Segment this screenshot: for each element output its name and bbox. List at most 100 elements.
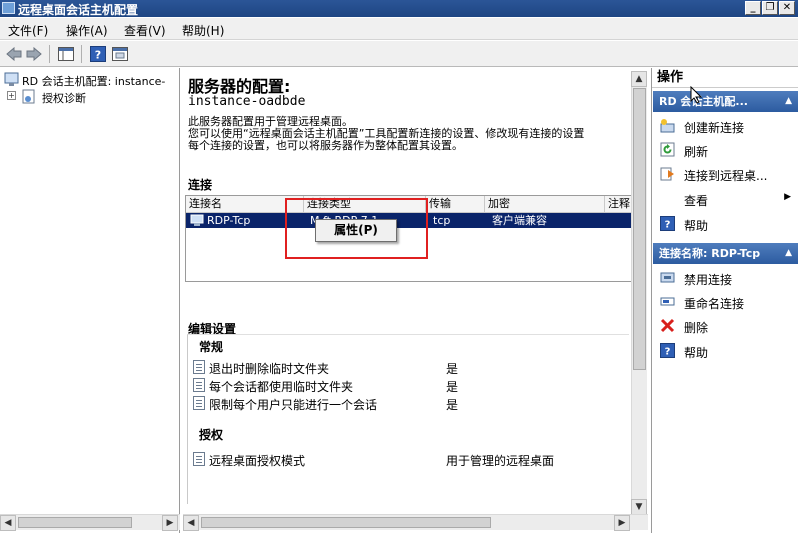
actions-section-connection[interactable]: 连接名称: RDP-Tcp ▲ [653,243,798,264]
collapse-icon[interactable]: ▲ [785,243,792,264]
action-label: 帮助 [684,346,709,360]
scroll-left-arrow[interactable]: ◀ [183,515,199,531]
minimize-button[interactable]: _ [745,1,761,15]
menu-bar: 文件(F) 操作(A) 查看(V) 帮助(H) [0,18,798,40]
setting-icon [193,360,205,374]
action-label: 创建新连接 [684,121,745,135]
window-title: 远程桌面会话主机配置 [18,3,139,17]
console-tree: RD 会话主机配置: instance- + 授权诊断 ◀ ▶ [0,68,180,533]
actions-section-label: 连接名称: RDP-Tcp [659,247,761,260]
setting-label: 限制每个用户只能进行一个会话 [209,398,378,412]
server-icon [4,72,19,86]
column-encryption[interactable]: 加密 [485,196,605,213]
properties-icon[interactable] [110,44,130,64]
menu-action[interactable]: 操作(A) [66,22,108,39]
setting-row[interactable]: 限制每个用户只能进行一个会话 是 [191,394,631,412]
scroll-up-arrow[interactable]: ▲ [631,71,647,87]
svg-text:?: ? [95,49,101,62]
setting-row[interactable]: 每个会话都使用临时文件夹 是 [191,376,631,394]
help-icon[interactable]: ? [88,44,108,64]
edit-settings: 编辑设置 常规 退出时删除临时文件夹 是 每个会话都使用临时文件夹 是 限制每个… [185,322,632,520]
menu-file[interactable]: 文件(F) [8,22,48,39]
scroll-right-arrow[interactable]: ▶ [614,515,630,531]
center-vertical-scrollbar[interactable]: ▲ ▼ [631,71,647,515]
disable-connection-icon [660,272,675,283]
connection-icon [190,214,204,226]
scroll-thumb[interactable] [633,88,646,370]
action-label: 帮助 [684,219,709,233]
actions-pane: 操作 RD 会话主机配... ▲ 创建新连接 刷新 连接到远程桌... 查看 ▶… [651,68,798,533]
center-horizontal-scrollbar[interactable]: ◀ ▶ [183,514,648,531]
help-icon: ? [660,216,675,231]
svg-text:?: ? [665,347,671,358]
action-label: 连接到远程桌... [684,169,768,183]
toolbar: ? [0,41,798,67]
action-label: 查看 [684,194,709,208]
mouse-cursor-icon [690,86,702,104]
action-rename-connection[interactable]: 重命名连接 [652,291,798,313]
action-label: 刷新 [684,145,709,159]
scroll-thumb[interactable] [18,517,132,528]
setting-icon [193,378,205,392]
setting-icon [193,452,205,466]
submenu-arrow-icon: ▶ [784,192,791,202]
forward-icon[interactable] [24,44,44,64]
action-connect-remote-desktop[interactable]: 连接到远程桌... [652,163,798,185]
action-disable-connection[interactable]: 禁用连接 [652,267,798,289]
license-icon [22,89,35,104]
column-comment[interactable]: 注释 [605,196,632,213]
actions-title: 操作 [652,68,798,88]
expand-icon[interactable]: + [7,91,16,100]
menu-view[interactable]: 查看(V) [124,22,166,39]
action-help-connection[interactable]: ? 帮助 [652,340,798,362]
scroll-down-arrow[interactable]: ▼ [631,499,647,515]
server-name: instance-oadbde [188,94,306,109]
actions-section-label: RD 会话主机配... [659,95,748,108]
cell-transport: tcp [433,214,451,227]
connections-heading: 连接 [188,178,213,192]
action-help[interactable]: ? 帮助 [652,213,798,235]
action-label: 删除 [684,321,709,335]
setting-value: 是 [446,398,459,412]
licensing-group-heading: 授权 [199,428,224,442]
action-view[interactable]: 查看 ▶ [652,188,798,210]
rename-icon [660,297,675,306]
column-transport[interactable]: 传输 [426,196,485,213]
action-label: 禁用连接 [684,273,733,287]
action-refresh[interactable]: 刷新 [652,139,798,161]
setting-value: 是 [446,380,459,394]
tree-root-label: RD 会话主机配置: instance- [22,75,166,88]
cell-encryption: 客户端兼容 [492,214,547,227]
action-create-connection[interactable]: 创建新连接 [652,115,798,137]
new-connection-icon [660,119,675,133]
tree-horizontal-scrollbar[interactable]: ◀ ▶ [0,514,180,531]
app-icon [2,2,15,14]
toolbar-separator [81,45,82,63]
show-hide-tree-icon[interactable] [56,44,76,64]
general-group-heading: 常规 [199,340,224,354]
properties-menu-item[interactable]: 属性(P) [315,219,397,242]
action-delete[interactable]: 删除 [652,315,798,337]
scroll-left-arrow[interactable]: ◀ [0,515,16,531]
tree-child-label: 授权诊断 [42,92,86,105]
collapse-icon[interactable]: ▲ [785,91,792,112]
restore-button[interactable]: ❐ [762,1,778,15]
title-bar: 远程桌面会话主机配置 _ ❐ ✕ [0,0,798,17]
close-button[interactable]: ✕ [779,1,795,15]
scroll-thumb[interactable] [201,517,491,528]
scroll-right-arrow[interactable]: ▶ [162,515,178,531]
setting-label: 每个会话都使用临时文件夹 [209,380,354,394]
menu-help[interactable]: 帮助(H) [182,22,224,39]
action-label: 重命名连接 [684,297,745,311]
setting-value: 用于管理的远程桌面 [446,454,555,468]
setting-row-licensing-mode[interactable]: 远程桌面授权模式 用于管理的远程桌面 [191,450,631,468]
toolbar-separator [49,45,50,63]
help-icon: ? [660,343,675,358]
description-line-3: 每个连接的设置，也可以将服务器作为整体配置其设置。 [188,139,463,152]
back-icon[interactable] [4,44,24,64]
setting-icon [193,396,205,410]
actions-section-rd-host[interactable]: RD 会话主机配... ▲ [653,91,798,112]
refresh-icon [660,142,675,157]
setting-label: 远程桌面授权模式 [209,454,306,468]
setting-row[interactable]: 退出时删除临时文件夹 是 [191,358,631,376]
